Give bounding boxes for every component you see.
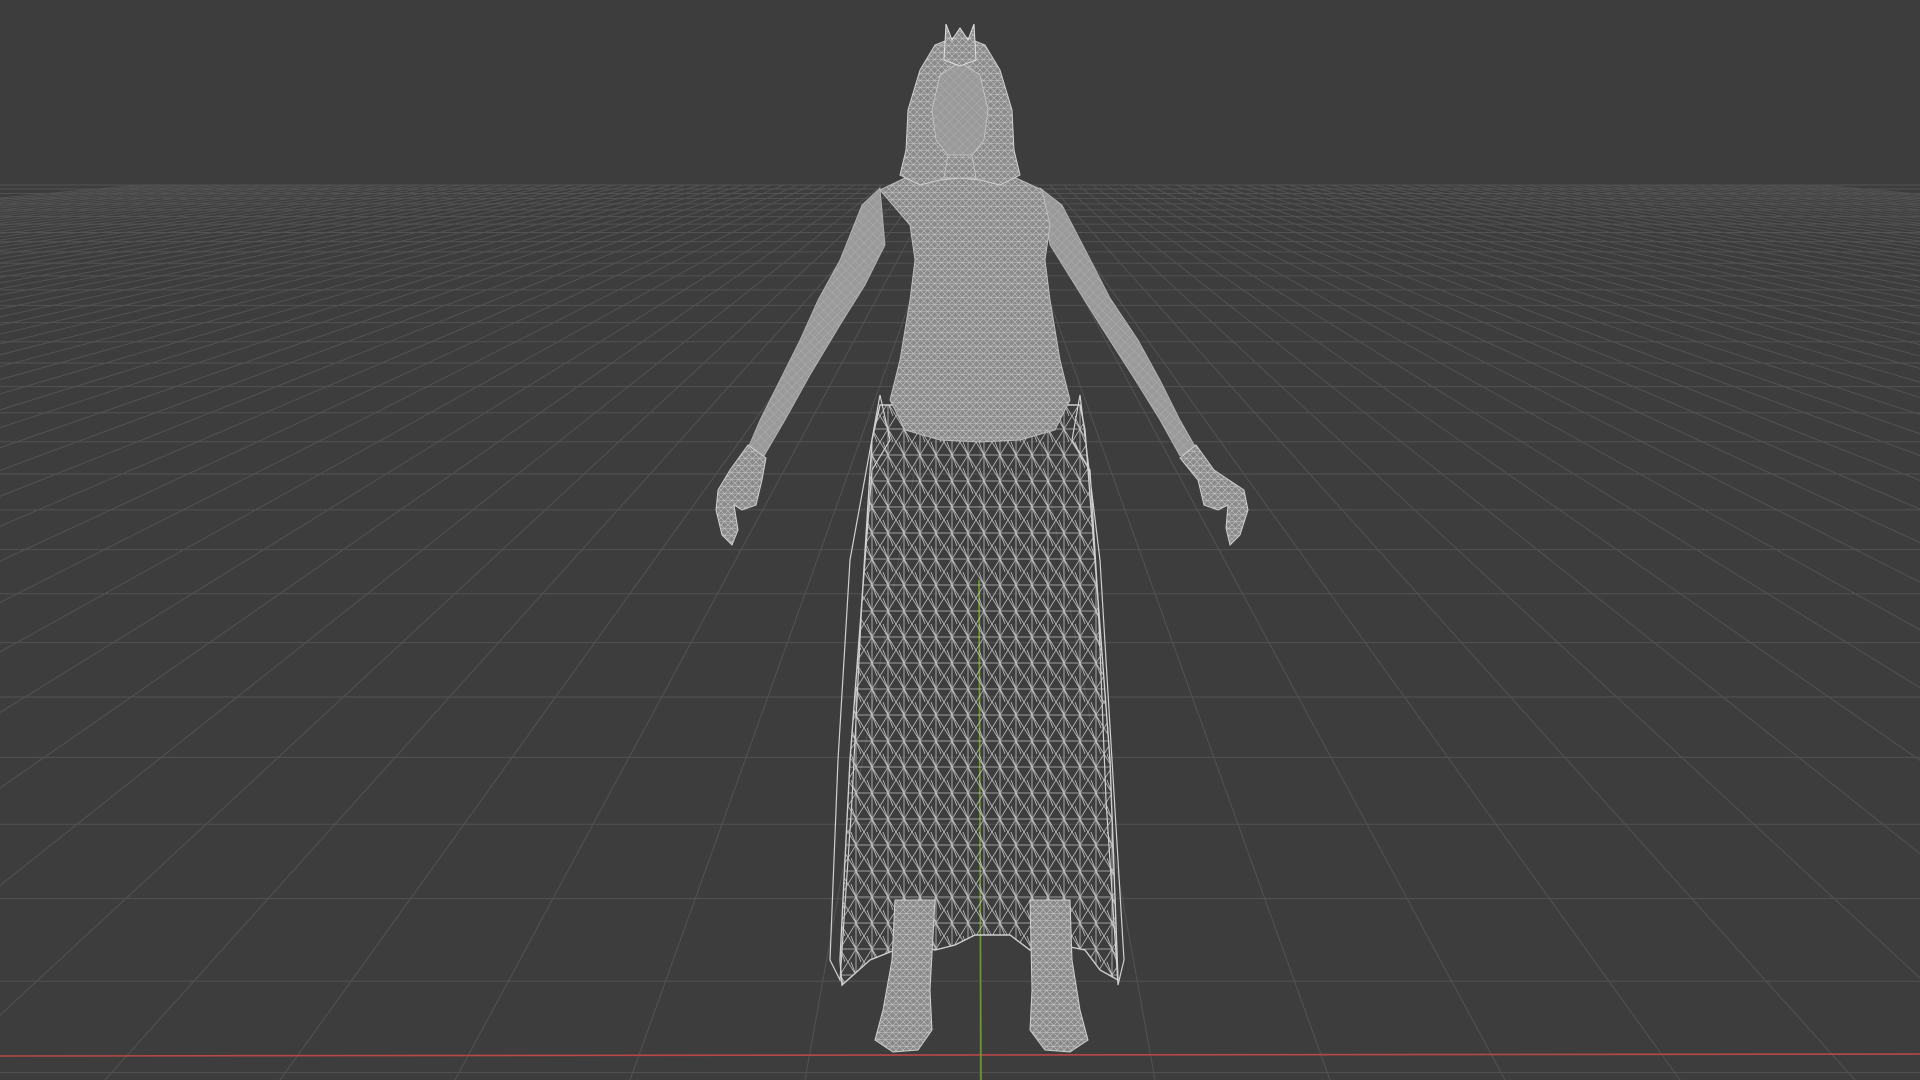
x-axis-line (0, 1053, 1920, 1057)
grid-line (0, 184, 407, 241)
grid-line (0, 184, 141, 199)
grid-line (0, 184, 561, 290)
grid-line (1315, 184, 1920, 326)
grid-line (1679, 184, 1920, 213)
grid-line (0, 184, 519, 273)
grid-line (1819, 184, 1920, 195)
grid-line (0, 184, 491, 264)
grid-line (1049, 184, 1856, 1080)
grid-line (1399, 184, 1920, 282)
grid-line (0, 184, 351, 229)
grid-line (1623, 184, 1920, 222)
grid-line (1385, 184, 1920, 288)
grid-line (1119, 184, 1920, 631)
grid-line (1189, 184, 1920, 457)
grid-line (1329, 184, 1920, 317)
grid-line (0, 184, 715, 395)
grid-line (0, 184, 645, 335)
grid-line (1203, 184, 1920, 435)
grid-line (1581, 184, 1920, 230)
grid-line (0, 184, 729, 411)
grid-line (1651, 184, 1920, 217)
grid-line (1693, 184, 1920, 211)
3d-viewport[interactable] (0, 0, 1920, 1080)
grid-line (1553, 184, 1920, 236)
skirt-mesh (839, 404, 1119, 987)
grid-line (0, 184, 197, 205)
grid-line (0, 184, 883, 887)
grid-line (0, 184, 155, 201)
grid-line (0, 184, 575, 296)
crown (943, 23, 977, 67)
grid-line (0, 184, 477, 260)
grid-line (0, 184, 631, 326)
grid-line (0, 184, 813, 562)
grid-line (1343, 184, 1920, 309)
right-hand (1179, 444, 1249, 546)
grid-line (0, 184, 323, 224)
grid-line (1609, 184, 1920, 224)
grid-line (0, 184, 617, 318)
grid-line (1371, 184, 1920, 295)
grid-line (1287, 184, 1920, 346)
neck (943, 154, 977, 179)
grid-line (0, 184, 855, 714)
grid-line (1035, 184, 1681, 1080)
grid-line (1525, 184, 1920, 242)
grid-line (1469, 184, 1920, 257)
grid-line (0, 184, 225, 209)
grid-line (0, 184, 533, 278)
grid-line (0, 184, 309, 222)
grid-line (1455, 184, 1920, 262)
character-mesh[interactable] (715, 23, 1249, 1053)
grid-line (0, 184, 253, 213)
grid-line (0, 184, 701, 381)
grid-line (1133, 184, 1920, 583)
grid-line (0, 184, 463, 255)
grid-line (1483, 184, 1920, 253)
grid-line (1077, 184, 1920, 855)
grid-line (1595, 184, 1920, 227)
grid-line (0, 184, 365, 232)
grid-line (0, 184, 785, 497)
grid-line (1539, 184, 1920, 239)
grid-line (1273, 184, 1920, 357)
grid-line (0, 184, 897, 1016)
grid-line (1777, 184, 1920, 200)
grid-line (0, 184, 547, 284)
grid-line (0, 184, 393, 238)
grid-line (0, 184, 295, 219)
viewport-scene (0, 23, 1920, 1080)
grid-line (1707, 184, 1920, 209)
grid-line (104, 184, 911, 1080)
grid-line (0, 184, 757, 449)
grid-line (1357, 184, 1920, 302)
grid-line (1637, 184, 1920, 219)
grid-line (1161, 184, 1920, 510)
grid-line (0, 184, 379, 235)
grid-line (0, 184, 337, 227)
grid-line (1427, 184, 1920, 271)
grid-line (1805, 184, 1920, 197)
grid-line (1063, 184, 1920, 979)
grid-line (1735, 184, 1920, 205)
grid-line (0, 184, 603, 310)
grid-line (0, 184, 841, 653)
grid-line (1091, 184, 1920, 761)
grid-line (0, 184, 771, 471)
grid-line (1175, 184, 1920, 481)
left-hand (715, 444, 767, 546)
grid-line (1301, 184, 1920, 335)
grid-line (1231, 184, 1920, 399)
